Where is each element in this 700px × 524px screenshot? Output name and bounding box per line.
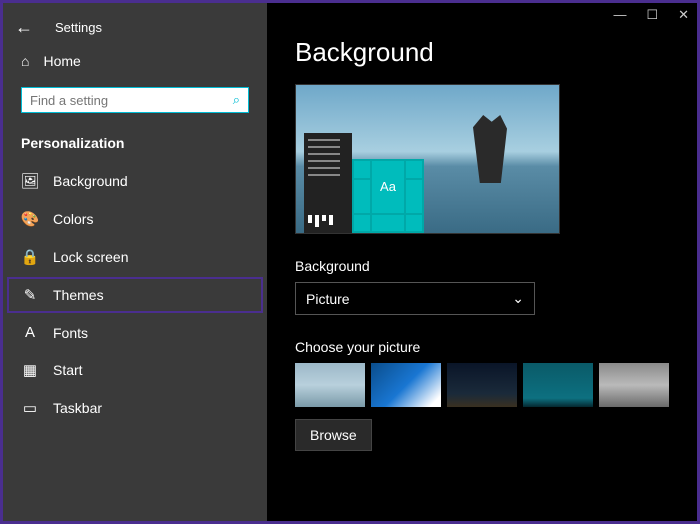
sidebar-item-label: Taskbar <box>53 400 102 416</box>
search-icon: ⌕ <box>233 92 240 108</box>
picture-thumb[interactable] <box>599 363 669 407</box>
sidebar-item-background[interactable]: 🖼 Background <box>3 163 267 199</box>
background-type-label: Background <box>295 258 669 274</box>
close-button[interactable]: ✕ <box>678 7 689 23</box>
page-title: Background <box>295 37 669 68</box>
taskbar-icon: ▭ <box>21 399 39 417</box>
start-icon: ▦ <box>21 361 39 379</box>
font-icon: A <box>21 324 39 341</box>
sidebar-item-label: Colors <box>53 211 93 227</box>
sidebar-item-label: Lock screen <box>53 249 128 265</box>
search-input[interactable] <box>30 93 233 108</box>
window-title: Settings <box>55 20 102 35</box>
picture-thumb[interactable] <box>295 363 365 407</box>
browse-button[interactable]: Browse <box>295 419 372 451</box>
picture-thumbnails <box>295 363 669 407</box>
sidebar-item-start[interactable]: ▦ Start <box>3 352 267 388</box>
nav-home-label: Home <box>43 53 80 69</box>
lock-icon: 🔒 <box>21 248 39 266</box>
choose-picture-label: Choose your picture <box>295 339 669 355</box>
chevron-down-icon: ⌄ <box>512 290 524 307</box>
preview-tile-text: Aa <box>372 161 404 213</box>
minimize-button[interactable]: — <box>613 7 626 23</box>
background-preview: Aa <box>295 84 560 234</box>
sidebar-item-label: Fonts <box>53 325 88 341</box>
sidebar-item-fonts[interactable]: A Fonts <box>3 315 267 350</box>
sidebar-item-lockscreen[interactable]: 🔒 Lock screen <box>3 239 267 275</box>
background-type-dropdown[interactable]: Picture ⌄ <box>295 282 535 315</box>
search-box[interactable]: ⌕ <box>21 87 249 113</box>
home-icon: ⌂ <box>21 53 29 69</box>
dropdown-value: Picture <box>306 291 350 307</box>
palette-icon: 🎨 <box>21 210 39 228</box>
nav-home[interactable]: ⌂ Home <box>3 43 267 79</box>
theme-icon: ✎ <box>21 286 39 304</box>
back-button[interactable]: ← <box>15 17 35 38</box>
sidebar-item-colors[interactable]: 🎨 Colors <box>3 201 267 237</box>
picture-thumb[interactable] <box>523 363 593 407</box>
sidebar-item-themes[interactable]: ✎ Themes <box>7 277 263 313</box>
picture-thumb[interactable] <box>447 363 517 407</box>
picture-thumb[interactable] <box>371 363 441 407</box>
sidebar-item-label: Background <box>53 173 128 189</box>
sidebar-item-label: Start <box>53 362 83 378</box>
maximize-button[interactable]: ☐ <box>646 7 658 23</box>
sidebar-item-label: Themes <box>53 287 104 303</box>
section-header: Personalization <box>3 129 267 163</box>
sidebar-item-taskbar[interactable]: ▭ Taskbar <box>3 390 267 426</box>
picture-icon: 🖼 <box>21 172 39 190</box>
